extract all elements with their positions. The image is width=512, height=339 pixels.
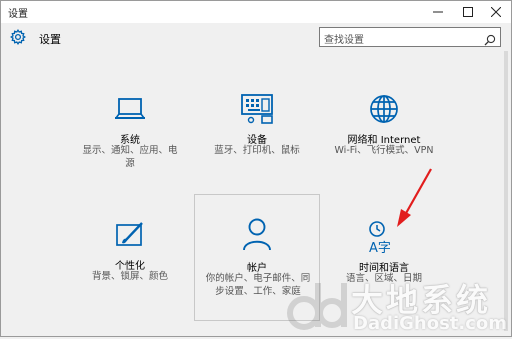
page-title: 设置 (39, 33, 61, 46)
tile-devices[interactable]: 设备 蓝牙、打印机、鼠标 (194, 93, 320, 198)
gear-icon (10, 29, 26, 49)
title-bar: 设置 (1, 1, 511, 23)
search-icon (484, 31, 496, 50)
tile-desc: 背景、锁屏、颜色 (91, 271, 168, 282)
annotation-arrow (393, 167, 435, 233)
tile-desc: Wi-Fi、飞行模式、VPN (334, 145, 434, 156)
laptop-icon (67, 93, 193, 133)
search-placeholder: 查找设置 (324, 35, 364, 46)
tile-system[interactable]: 系统 显示、通知、应用、电源 (67, 93, 193, 198)
close-button[interactable] (481, 1, 511, 23)
icon-glyph: A字 (369, 241, 391, 255)
keyboard-printer-icon (194, 93, 320, 133)
tile-personalization[interactable]: 个性化 背景、锁屏、颜色 (67, 219, 193, 324)
maximize-button[interactable] (453, 1, 483, 23)
watermark-logo-icon (284, 277, 348, 339)
watermark-url: DadiGhost.com (353, 313, 508, 334)
tile-desc: 显示、通知、应用、电源 (82, 145, 178, 169)
search-input[interactable]: 查找设置 (319, 27, 501, 47)
paint-icon (67, 219, 193, 259)
scrollbar[interactable] (504, 51, 508, 331)
window-title: 设置 (8, 9, 28, 20)
settings-window: 设置 设置 查找设置 系统 显示、通知、应用、电源 设备 蓝牙、打印机、鼠标 网… (0, 0, 512, 337)
minimize-button[interactable] (423, 1, 453, 23)
tile-desc: 蓝牙、打印机、鼠标 (214, 145, 300, 156)
globe-icon (321, 93, 447, 133)
person-icon (195, 217, 319, 257)
